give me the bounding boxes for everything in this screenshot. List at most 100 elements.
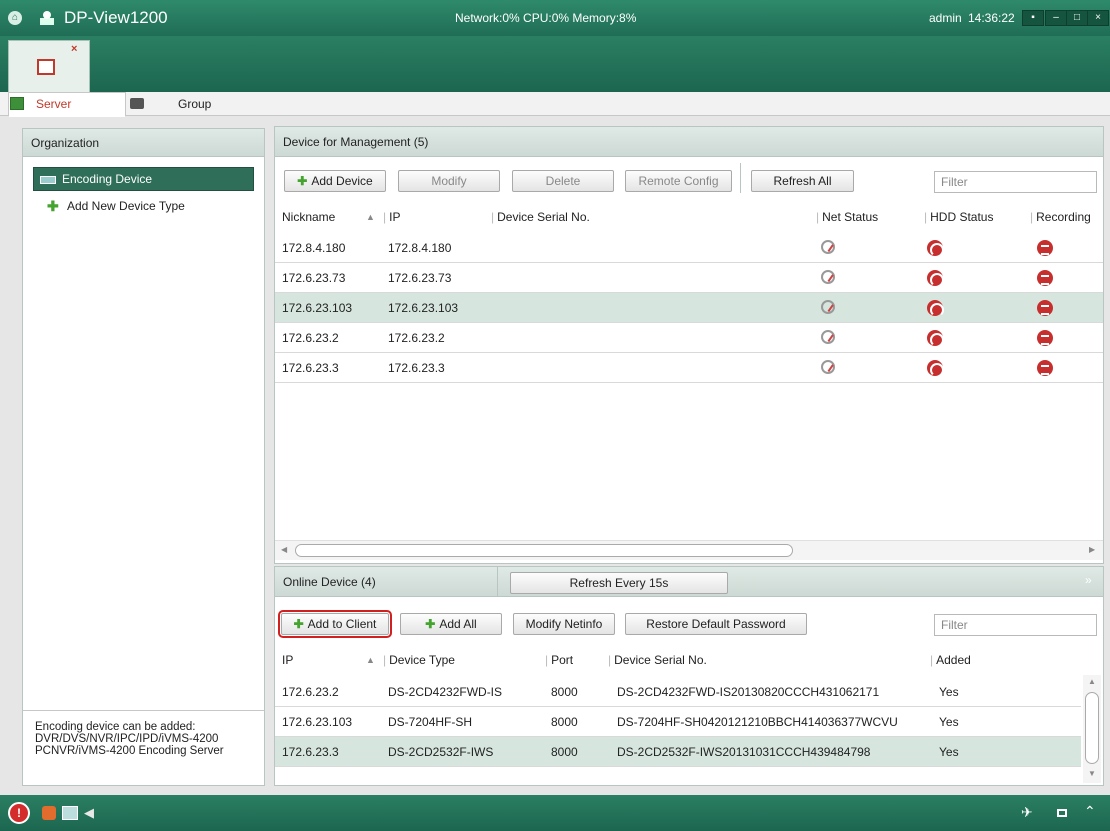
- col-port[interactable]: | Port: [545, 648, 573, 672]
- cell-nickname: 172.6.23.3: [282, 361, 339, 375]
- col-ip[interactable]: IP: [282, 648, 293, 672]
- home-icon[interactable]: ⌂: [8, 11, 22, 25]
- cell-serial: DS-7204HF-SH0420121210BBCH414036377WCVU: [617, 715, 898, 729]
- table-row[interactable]: 172.8.4.180 172.8.4.180: [275, 233, 1103, 263]
- title-bar: ⌂ DP-View1200 Network:0% CPU:0% Memory:8…: [0, 0, 1110, 36]
- scrollbar-thumb[interactable]: [1085, 692, 1099, 764]
- hdd-status-icon: [927, 270, 944, 287]
- scrollbar-thumb[interactable]: [295, 544, 793, 557]
- col-net-status-label: Net Status: [822, 210, 879, 224]
- restore-password-button[interactable]: Restore Default Password: [625, 613, 807, 635]
- add-icon: ✚: [297, 174, 308, 188]
- lock-icon[interactable]: ▪: [1022, 10, 1044, 26]
- scroll-left-icon[interactable]: ◀: [281, 545, 287, 554]
- scroll-down-icon[interactable]: ▼: [1088, 769, 1096, 778]
- server-group-tabs: Server Group: [0, 92, 1110, 117]
- col-hdd-status-label: HDD Status: [930, 210, 994, 224]
- cell-ip: 172.6.23.3: [282, 745, 339, 759]
- modify-netinfo-button[interactable]: Modify Netinfo: [513, 613, 615, 635]
- col-nickname[interactable]: Nickname: [282, 205, 335, 229]
- scroll-right-icon[interactable]: ▶: [1089, 545, 1095, 554]
- cell-added: Yes: [939, 685, 959, 699]
- vertical-scrollbar[interactable]: ▲ ▼: [1083, 675, 1101, 783]
- scroll-up-icon[interactable]: ▲: [1088, 677, 1096, 686]
- alarm-icon[interactable]: !: [8, 802, 30, 824]
- cell-device-type: DS-7204HF-SH: [388, 715, 473, 729]
- hdd-status-icon: [927, 300, 944, 317]
- col-added-label: Added: [936, 653, 971, 667]
- col-hdd-status[interactable]: | HDD Status: [924, 205, 993, 229]
- col-device-type[interactable]: | Device Type: [383, 648, 455, 672]
- cell-ip: 172.6.23.73: [388, 271, 452, 285]
- add-to-client-button[interactable]: ✚ Add to Client: [278, 610, 392, 638]
- module-tab-bar: ×: [0, 36, 1110, 92]
- info-line: Encoding device can be added:: [35, 721, 196, 733]
- remote-config-button[interactable]: Remote Config: [625, 170, 732, 192]
- delete-button[interactable]: Delete: [512, 170, 614, 192]
- sort-ascending-icon[interactable]: ▲: [366, 648, 375, 672]
- button-label: Add to Client: [307, 617, 377, 631]
- tab-group-label[interactable]: Group: [178, 92, 211, 116]
- col-recording-label: Recording: [1036, 210, 1091, 224]
- table-row[interactable]: 172.6.23.103 DS-7204HF-SH 8000 DS-7204HF…: [275, 707, 1081, 737]
- user-name[interactable]: admin: [929, 0, 962, 36]
- device-management-panel: Device for Management (5) ✚ Add Device Mo…: [274, 126, 1104, 564]
- cell-nickname: 172.6.23.103: [282, 301, 353, 315]
- recording-icon: [1037, 270, 1053, 286]
- device-management-tab[interactable]: ×: [8, 40, 90, 92]
- table-row[interactable]: 172.6.23.3 DS-2CD2532F-IWS 8000 DS-2CD25…: [275, 737, 1081, 767]
- table-row[interactable]: 172.6.23.73 172.6.23.73: [275, 263, 1103, 293]
- user-alert-icon[interactable]: [42, 806, 56, 820]
- expand-icon[interactable]: ⌃: [1084, 803, 1096, 820]
- col-serial[interactable]: | Device Serial No.: [491, 205, 590, 229]
- window-icon[interactable]: [1057, 809, 1067, 817]
- recording-icon: [1037, 300, 1053, 316]
- col-serial[interactable]: | Device Serial No.: [608, 648, 707, 672]
- maximize-button[interactable]: □: [1066, 10, 1088, 26]
- modify-button[interactable]: Modify: [398, 170, 500, 192]
- table-row[interactable]: 172.6.23.2 DS-2CD4232FWD-IS 8000 DS-2CD4…: [275, 677, 1081, 707]
- table-row[interactable]: 172.6.23.3 172.6.23.3: [275, 353, 1103, 383]
- horizontal-scrollbar[interactable]: ◀ ▶: [275, 540, 1103, 560]
- hdd-status-icon: [927, 240, 944, 257]
- add-device-button[interactable]: ✚ Add Device: [284, 170, 386, 192]
- table-row[interactable]: 172.6.23.103 172.6.23.103: [275, 293, 1103, 323]
- cell-nickname: 172.6.23.2: [282, 331, 339, 345]
- online-filter-input[interactable]: Filter: [934, 614, 1097, 636]
- tab-server-label[interactable]: Server: [36, 92, 71, 116]
- tree-item-encoding-device[interactable]: Encoding Device: [33, 167, 254, 191]
- col-recording[interactable]: | Recording: [1030, 205, 1091, 229]
- divider: [740, 163, 741, 193]
- audio-icon[interactable]: ◀: [84, 805, 94, 821]
- col-ip-label: IP: [389, 210, 401, 224]
- online-device-panel: Online Device (4) Refresh Every 15s » ✚ A…: [274, 566, 1104, 786]
- close-button[interactable]: ×: [1087, 10, 1109, 26]
- col-added[interactable]: | Added: [930, 648, 971, 672]
- divider: [23, 710, 264, 711]
- tree-item-add-device-type[interactable]: ✚ Add New Device Type: [33, 195, 254, 219]
- close-tab-icon[interactable]: ×: [71, 43, 77, 55]
- image-icon[interactable]: [62, 806, 78, 820]
- info-line: DVR/DVS/NVR/IPC/IPD/iVMS-4200: [35, 733, 219, 745]
- refresh-all-button[interactable]: Refresh All: [751, 170, 854, 192]
- table-row[interactable]: 172.6.23.2 172.6.23.2: [275, 323, 1103, 353]
- sort-ascending-icon[interactable]: ▲: [366, 205, 375, 229]
- collapse-icon[interactable]: »: [1085, 573, 1092, 587]
- tree-item-label: Add New Device Type: [67, 199, 185, 213]
- add-icon: ✚: [425, 617, 436, 631]
- refresh-interval-button[interactable]: Refresh Every 15s: [510, 572, 728, 594]
- device-management-icon: [37, 59, 55, 75]
- cell-device-type: DS-2CD2532F-IWS: [388, 745, 494, 759]
- minimize-button[interactable]: –: [1045, 10, 1067, 26]
- col-net-status[interactable]: | Net Status: [816, 205, 878, 229]
- cell-serial: DS-2CD2532F-IWS20131031CCCH439484798: [617, 745, 871, 759]
- device-filter-input[interactable]: Filter: [934, 171, 1097, 193]
- col-ip[interactable]: | IP: [383, 205, 400, 229]
- net-status-icon: [821, 240, 835, 254]
- add-all-button[interactable]: ✚ Add All: [400, 613, 502, 635]
- net-status-icon: [821, 330, 835, 344]
- cell-nickname: 172.8.4.180: [282, 241, 346, 255]
- cell-ip: 172.6.23.103: [282, 715, 353, 729]
- organization-panel: Organization Encoding Device ✚ Add New D…: [22, 128, 265, 786]
- pin-icon[interactable]: ✈: [1021, 804, 1033, 821]
